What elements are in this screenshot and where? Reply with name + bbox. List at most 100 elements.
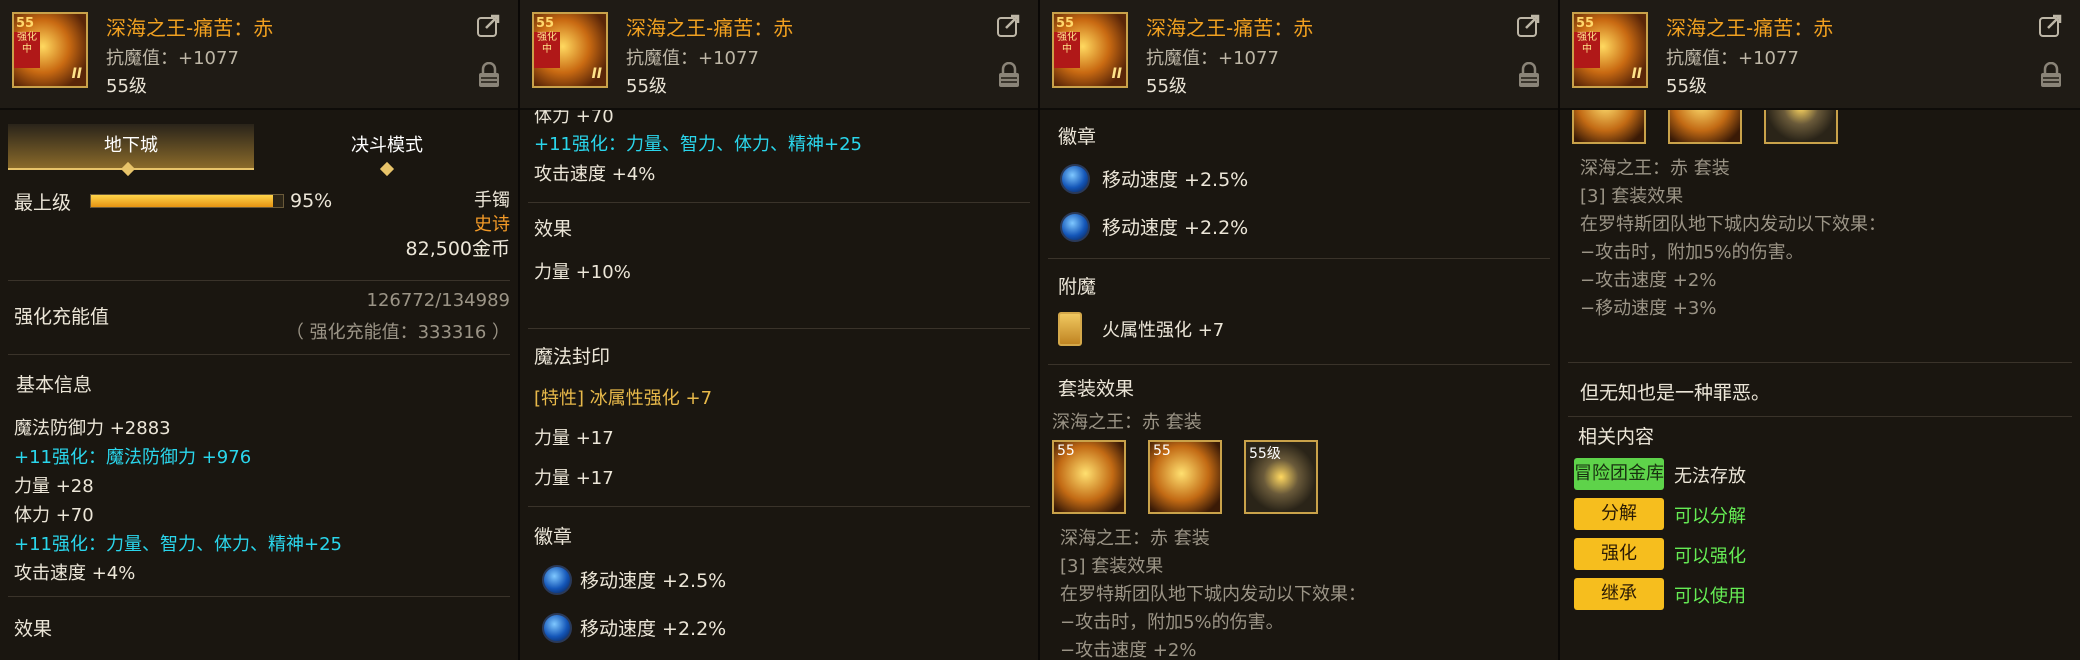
item-level: 55级 bbox=[626, 76, 667, 97]
item-level: 55级 bbox=[1666, 76, 1707, 97]
item-rarity: 史诗 bbox=[474, 214, 510, 235]
item-tooltip-panel-2: 55 强化中 II 深海之王-痛苦：赤 抗魔值：+1077 55级 体力 +70… bbox=[520, 0, 1040, 660]
set-name: 深海之王：赤 套装 bbox=[1052, 412, 1202, 433]
item-name: 深海之王-痛苦：赤 bbox=[1666, 16, 1834, 40]
item-price: 82,500金币 bbox=[405, 238, 510, 260]
enchant-line: 火属性强化 +7 bbox=[1102, 320, 1225, 341]
adventure-vault-button[interactable]: 冒险团金库 bbox=[1574, 458, 1664, 490]
share-icon[interactable] bbox=[996, 12, 1022, 38]
divider bbox=[1048, 364, 1550, 365]
reinforce-status: 可以强化 bbox=[1674, 546, 1746, 567]
item-name: 深海之王-痛苦：赤 bbox=[1146, 16, 1314, 40]
item-header: 55 强化中 II 深海之王-痛苦：赤 抗魔值：+1077 55级 bbox=[520, 0, 1038, 110]
basic-info-title: 基本信息 bbox=[16, 374, 93, 396]
lock-icon[interactable] bbox=[998, 62, 1020, 88]
inherit-status: 可以使用 bbox=[1674, 586, 1746, 607]
stat-line: +11强化：力量、智力、体力、精神+25 bbox=[14, 534, 342, 555]
reinforce-label: 强化充能值 bbox=[14, 306, 110, 328]
set-item-level: 55 bbox=[1057, 443, 1075, 459]
inherit-button[interactable]: 继承 bbox=[1574, 578, 1664, 610]
item-icon: 55 强化中 II bbox=[12, 12, 88, 88]
reinforcing-ribbon: 强化中 bbox=[1054, 32, 1080, 68]
stat-line: 魔法防御力 +2883 bbox=[14, 418, 171, 439]
set-item-level: 55 bbox=[1153, 443, 1171, 459]
effect-title: 效果 bbox=[14, 618, 53, 640]
item-icon: 55 强化中 II bbox=[532, 12, 608, 88]
reinforce-button[interactable]: 强化 bbox=[1574, 538, 1664, 570]
reinforcing-ribbon: 强化中 bbox=[534, 32, 560, 68]
enchant-card-icon bbox=[1058, 312, 1082, 346]
set-item-icon[interactable]: 55级 bbox=[1244, 440, 1318, 514]
item-level: 55级 bbox=[1146, 76, 1187, 97]
item-stat-line: 抗魔值：+1077 bbox=[1666, 48, 1799, 69]
lock-icon[interactable] bbox=[2040, 62, 2062, 88]
divider bbox=[8, 354, 510, 355]
set-name: 深海之王：赤 套装 bbox=[1060, 528, 1210, 549]
stat-line: +11强化：魔法防御力 +976 bbox=[14, 447, 252, 468]
tab-dungeon[interactable]: 地下城 bbox=[8, 124, 254, 170]
grade-label: 最上级 bbox=[14, 192, 72, 214]
divider bbox=[1568, 362, 2072, 363]
set-name: 深海之王：赤 套装 bbox=[1580, 158, 1730, 179]
divider bbox=[8, 280, 510, 281]
share-icon[interactable] bbox=[476, 12, 502, 38]
stat-line-partial: 体力 +70 bbox=[534, 110, 614, 127]
seal-line: 力量 +17 bbox=[534, 428, 614, 449]
related-title: 相关内容 bbox=[1578, 426, 1655, 448]
divider bbox=[8, 596, 510, 597]
divider bbox=[528, 506, 1030, 507]
divider bbox=[1568, 416, 2072, 417]
item-header: 55 强化中 II 深海之王-痛苦：赤 抗魔值：+1077 55级 bbox=[1560, 0, 2080, 110]
stat-line: 攻击速度 +4% bbox=[14, 563, 136, 584]
divider bbox=[1048, 258, 1550, 259]
reinforcing-ribbon: 强化中 bbox=[1574, 32, 1600, 68]
share-icon[interactable] bbox=[2038, 12, 2064, 38]
item-icon-level: 55 bbox=[1056, 16, 1075, 31]
item-icon-tier: II bbox=[71, 66, 82, 82]
seal-line: 力量 +17 bbox=[534, 468, 614, 489]
attack-speed-line: 攻击速度 +4% bbox=[534, 164, 656, 185]
item-stat-line: 抗魔值：+1077 bbox=[106, 48, 239, 69]
set-item-level: 55级 bbox=[1249, 446, 1281, 462]
disassemble-button[interactable]: 分解 bbox=[1574, 498, 1664, 530]
tooltip-screenshot: 55 强化中 II 深海之王-痛苦：赤 抗魔值：+1077 55级 地下城 决斗… bbox=[0, 0, 2080, 660]
divider bbox=[528, 202, 1030, 203]
disassemble-status: 可以分解 bbox=[1674, 506, 1746, 527]
set-bonus-line: −攻击时，附加5%的伤害。 bbox=[1060, 612, 1284, 633]
item-icon-level: 55 bbox=[1576, 16, 1595, 31]
item-icon: 55 强化中 II bbox=[1572, 12, 1648, 88]
set-bonus-desc: 在罗特斯团队地下城内发动以下效果： bbox=[1580, 214, 1886, 235]
item-tooltip-panel-1: 55 强化中 II 深海之王-痛苦：赤 抗魔值：+1077 55级 地下城 决斗… bbox=[0, 0, 520, 660]
item-tooltip-panel-3: 55 强化中 II 深海之王-痛苦：赤 抗魔值：+1077 55级 徽章 移动速… bbox=[1040, 0, 1560, 660]
reinforce-total: （ 强化充能值：333316 ） bbox=[285, 322, 510, 343]
set-item-icon[interactable] bbox=[1572, 110, 1646, 144]
item-icon-tier: II bbox=[1111, 66, 1122, 82]
effect-line: 力量 +10% bbox=[534, 262, 631, 283]
enchant-title: 附魔 bbox=[1058, 276, 1097, 298]
set-bonus-line: −攻击时，附加5%的伤害。 bbox=[1580, 242, 1804, 263]
magic-seal-title: 魔法封印 bbox=[534, 346, 611, 368]
lock-icon[interactable] bbox=[478, 62, 500, 88]
set-item-icon[interactable] bbox=[1764, 110, 1838, 144]
reinforcing-ribbon: 强化中 bbox=[14, 32, 40, 68]
set-bonus-title: [3] 套装效果 bbox=[1580, 186, 1684, 207]
reinforce-line: +11强化：力量、智力、体力、精神+25 bbox=[534, 134, 862, 155]
item-type: 手镯 bbox=[474, 190, 510, 211]
grade-bar bbox=[90, 194, 284, 208]
emblem-title: 徽章 bbox=[1058, 126, 1097, 148]
lock-icon[interactable] bbox=[1518, 62, 1540, 88]
set-item-icon[interactable] bbox=[1668, 110, 1742, 144]
item-tooltip-panel-4: 55 强化中 II 深海之王-痛苦：赤 抗魔值：+1077 55级 深海之王：赤… bbox=[1560, 0, 2080, 660]
set-bonus-line: −移动速度 +3% bbox=[1580, 298, 1717, 319]
set-item-icon[interactable]: 55 bbox=[1052, 440, 1126, 514]
item-header: 55 强化中 II 深海之王-痛苦：赤 抗魔值：+1077 55级 bbox=[0, 0, 518, 110]
set-item-icon[interactable]: 55 bbox=[1148, 440, 1222, 514]
item-icon: 55 强化中 II bbox=[1052, 12, 1128, 88]
share-icon[interactable] bbox=[1516, 12, 1542, 38]
effect-title: 效果 bbox=[534, 218, 573, 240]
item-header: 55 强化中 II 深海之王-痛苦：赤 抗魔值：+1077 55级 bbox=[1040, 0, 1558, 110]
reinforce-value: 126772/134989 bbox=[366, 290, 511, 311]
emblem-orb-icon bbox=[542, 613, 572, 643]
item-icon-tier: II bbox=[1631, 66, 1642, 82]
seal-trait: [特性] 冰属性强化 +7 bbox=[534, 388, 713, 409]
